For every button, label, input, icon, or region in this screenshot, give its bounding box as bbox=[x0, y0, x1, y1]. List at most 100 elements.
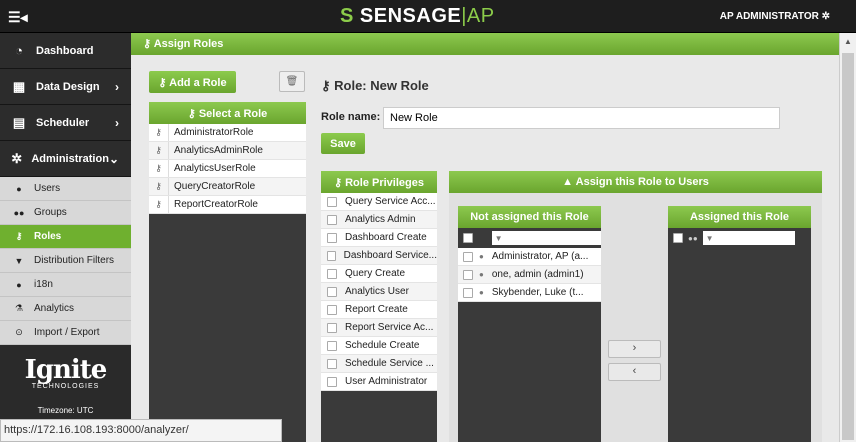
list-item[interactable]: ⚷ AnalyticsUserRole bbox=[149, 160, 306, 178]
privilege-item[interactable]: Dashboard Service... bbox=[321, 247, 437, 265]
nav-data-design[interactable]: ▦ Data Design › bbox=[0, 69, 131, 105]
privilege-checkbox[interactable] bbox=[327, 268, 337, 279]
filter-icon: ▼ bbox=[705, 233, 714, 243]
status-url: https://172.16.108.193:8000/analyzer/ bbox=[0, 419, 282, 442]
privilege-item[interactable]: User Administrator bbox=[321, 373, 437, 391]
sidebar-item-groups[interactable]: ●● Groups bbox=[0, 201, 131, 225]
select-all-checkbox[interactable] bbox=[463, 233, 473, 243]
privilege-checkbox[interactable] bbox=[327, 304, 337, 315]
privilege-label: Report Create bbox=[345, 304, 408, 315]
dashboard-icon: ◔ bbox=[15, 43, 23, 58]
sidebar-item-roles[interactable]: ⚷ Roles bbox=[0, 225, 131, 249]
user-label: Skybender, Luke (t... bbox=[491, 287, 584, 298]
filter-input[interactable]: ▼ bbox=[491, 231, 601, 245]
group-icon: ●● bbox=[688, 233, 698, 243]
privilege-checkbox[interactable] bbox=[327, 286, 337, 297]
privilege-checkbox[interactable] bbox=[327, 376, 337, 387]
user-row[interactable]: ● Administrator, AP (a... bbox=[458, 248, 601, 266]
timezone-label: Timezone: UTC bbox=[37, 406, 94, 415]
gear-icon: ✲ bbox=[821, 11, 830, 22]
privilege-item[interactable]: Schedule Service ... bbox=[321, 355, 437, 373]
company-logo: Ignite TECHNOLOGIES bbox=[24, 355, 108, 390]
privilege-checkbox[interactable] bbox=[327, 214, 337, 225]
role-name-label: Role name: bbox=[321, 111, 381, 123]
privilege-checkbox[interactable] bbox=[327, 232, 337, 243]
privilege-checkbox[interactable] bbox=[327, 196, 337, 207]
nav-administration[interactable]: ✲ Administration ⌄ bbox=[0, 141, 131, 177]
flask-icon: ⚗ bbox=[14, 303, 24, 313]
menu-toggle-icon[interactable]: ☰◂ bbox=[8, 9, 28, 26]
privilege-checkbox[interactable] bbox=[327, 250, 336, 261]
globe-icon: ● bbox=[16, 279, 22, 290]
privilege-item[interactable]: Analytics Admin bbox=[321, 211, 437, 229]
filter-icon: ▼ bbox=[14, 255, 24, 266]
key-icon: ⚷ bbox=[149, 142, 169, 159]
privilege-label: Report Service Ac... bbox=[345, 322, 434, 333]
privilege-label: Dashboard Service... bbox=[343, 250, 437, 261]
save-button[interactable]: Save bbox=[321, 133, 365, 154]
list-item[interactable]: ⚷ AnalyticsAdminRole bbox=[149, 142, 306, 160]
top-bar: ☰◂ S SENSAGE|AP AP ADMINISTRATOR ✲ bbox=[0, 0, 856, 33]
role-name-input[interactable] bbox=[383, 107, 780, 129]
privilege-item[interactable]: Query Create bbox=[321, 265, 437, 283]
not-assigned-header: Not assigned this Role bbox=[458, 206, 601, 228]
privilege-item[interactable]: Schedule Create bbox=[321, 337, 437, 355]
sidebar-item-analytics[interactable]: ⚗ Analytics bbox=[0, 297, 131, 321]
nav-dashboard[interactable]: ◔ Dashboard bbox=[0, 33, 131, 69]
privilege-label: Schedule Service ... bbox=[345, 358, 434, 369]
user-icon: ● bbox=[16, 183, 22, 194]
gears-icon: ✲ bbox=[11, 150, 23, 166]
user-checkbox[interactable] bbox=[463, 287, 473, 298]
nav-scheduler[interactable]: ▤ Scheduler › bbox=[0, 105, 131, 141]
user-icon: ● bbox=[479, 288, 484, 297]
assign-users-header: ▲ Assign this Role to Users bbox=[449, 171, 822, 193]
filter-input[interactable]: ▼ bbox=[702, 231, 795, 245]
key-icon: ⚷ bbox=[15, 231, 23, 241]
privilege-item[interactable]: Analytics User bbox=[321, 283, 437, 301]
filter-icon: ▼ bbox=[494, 233, 503, 243]
privilege-item[interactable]: Report Create bbox=[321, 301, 437, 319]
user-row[interactable]: ● one, admin (admin1) bbox=[458, 266, 601, 284]
privilege-item[interactable]: Query Service Acc... bbox=[321, 193, 437, 211]
assigned-panel: Assigned this Role ●● ▼ bbox=[668, 206, 811, 442]
privilege-label: Query Service Acc... bbox=[345, 196, 436, 207]
user-label: one, admin (admin1) bbox=[491, 269, 584, 280]
import-export-icon: ⊙ bbox=[15, 327, 23, 337]
role-privileges-header: ⚷ Role Privileges bbox=[321, 171, 437, 193]
privilege-label: Query Create bbox=[345, 268, 406, 279]
calendar-icon: ▤ bbox=[12, 114, 26, 130]
privilege-checkbox[interactable] bbox=[327, 340, 337, 351]
scroll-up-icon: ▲ bbox=[844, 37, 852, 46]
sidebar-item-distribution-filters[interactable]: ▼ Distribution Filters bbox=[0, 249, 131, 273]
privilege-item[interactable]: Dashboard Create bbox=[321, 229, 437, 247]
sidebar-item-i18n[interactable]: ● i18n bbox=[0, 273, 131, 297]
key-icon: ⚷ bbox=[149, 124, 169, 141]
sidebar-item-import-export[interactable]: ⊙ Import / Export bbox=[0, 321, 131, 345]
privilege-label: User Administrator bbox=[345, 376, 428, 387]
app-logo: S SENSAGE|AP bbox=[340, 5, 495, 27]
page-scrollbar[interactable]: ▲ bbox=[839, 33, 856, 442]
user-checkbox[interactable] bbox=[463, 269, 473, 280]
select-all-checkbox[interactable] bbox=[673, 233, 683, 243]
list-item[interactable]: ⚷ QueryCreatorRole bbox=[149, 178, 306, 196]
sidebar-item-users[interactable]: ● Users bbox=[0, 177, 131, 201]
privilege-checkbox[interactable] bbox=[327, 358, 337, 369]
move-right-button[interactable]: › bbox=[608, 340, 661, 358]
privilege-item[interactable]: Report Service Ac... bbox=[321, 319, 437, 337]
list-item[interactable]: ⚷ AdministratorRole bbox=[149, 124, 306, 142]
privilege-checkbox[interactable] bbox=[327, 322, 337, 333]
user-row[interactable]: ● Skybender, Luke (t... bbox=[458, 284, 601, 302]
user-menu[interactable]: AP ADMINISTRATOR ✲ bbox=[720, 11, 830, 22]
filter-row: ●● ▼ bbox=[668, 228, 811, 248]
delete-role-icon[interactable]: 🗑 bbox=[279, 71, 305, 92]
group-icon: ●● bbox=[13, 207, 25, 218]
add-role-button[interactable]: ⚷ Add a Role bbox=[149, 71, 236, 93]
role-privileges-panel: ⚷ Role Privileges Query Service Acc... An… bbox=[321, 171, 437, 442]
move-left-button[interactable]: ‹ bbox=[608, 363, 661, 381]
user-checkbox[interactable] bbox=[463, 251, 473, 262]
user-icon: ● bbox=[479, 270, 484, 279]
privilege-label: Schedule Create bbox=[345, 340, 420, 351]
list-item[interactable]: ⚷ ReportCreatorRole bbox=[149, 196, 306, 214]
key-icon: ⚷ bbox=[149, 196, 169, 213]
privilege-label: Analytics Admin bbox=[345, 214, 416, 225]
